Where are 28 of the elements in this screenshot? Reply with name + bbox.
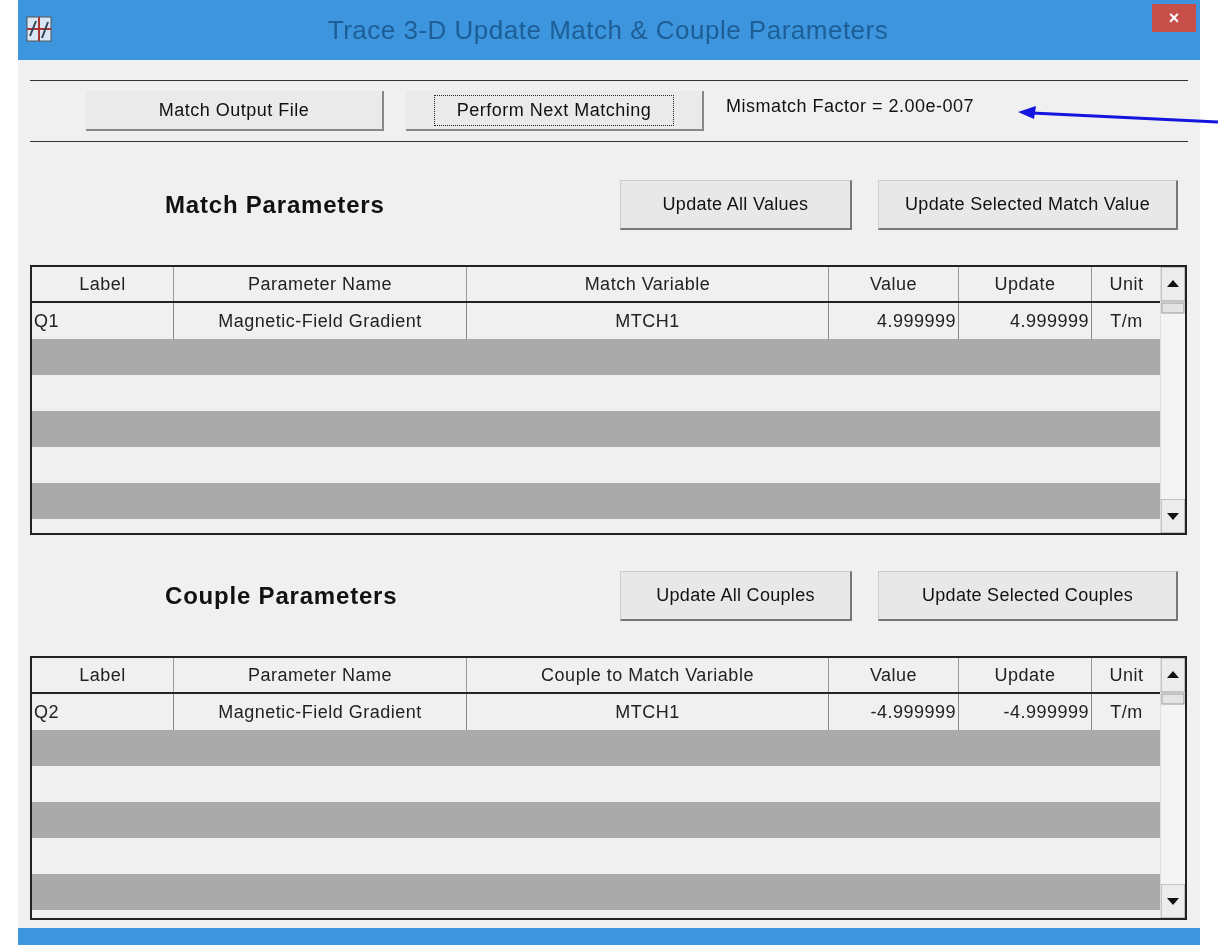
column-header[interactable]: Match Variable — [467, 267, 829, 301]
scrollbar[interactable] — [1160, 267, 1185, 533]
update-button[interactable]: Update Selected Match Value — [878, 180, 1178, 230]
column-header[interactable]: Label — [32, 267, 174, 301]
update-button[interactable]: Update Selected Couples — [878, 571, 1178, 621]
section-heading: Match Parameters — [165, 190, 386, 220]
column-header[interactable]: Couple to Match Variable — [467, 658, 829, 692]
section-heading: Couple Parameters — [165, 581, 399, 611]
column-header[interactable]: Label — [32, 658, 174, 692]
app-icon — [26, 16, 52, 42]
column-header[interactable]: Update — [959, 658, 1092, 692]
column-header[interactable]: Value — [829, 267, 959, 301]
scrollbar[interactable] — [1160, 658, 1185, 918]
update-button[interactable]: Update All Values — [620, 180, 852, 230]
scroll-up-icon[interactable] — [1161, 658, 1185, 706]
update-button[interactable]: Update All Couples — [620, 571, 852, 621]
scroll-up-icon[interactable] — [1161, 267, 1185, 315]
scroll-down-icon[interactable] — [1161, 499, 1185, 533]
toolbar-button[interactable]: Perform Next Matching — [406, 91, 704, 131]
column-header[interactable]: Parameter Name — [174, 267, 467, 301]
column-header[interactable]: Value — [829, 658, 959, 692]
close-button[interactable]: × — [1152, 4, 1196, 32]
scroll-down-icon[interactable] — [1161, 884, 1185, 918]
mismatch-factor-text: Mismatch Factor = 2.00e-007 — [726, 94, 975, 118]
column-header[interactable]: Parameter Name — [174, 658, 467, 692]
toolbar-button[interactable]: Match Output File — [86, 91, 384, 131]
window-title: Trace 3-D Update Match & Couple Parameters — [326, 13, 890, 47]
column-header[interactable]: Update — [959, 267, 1092, 301]
